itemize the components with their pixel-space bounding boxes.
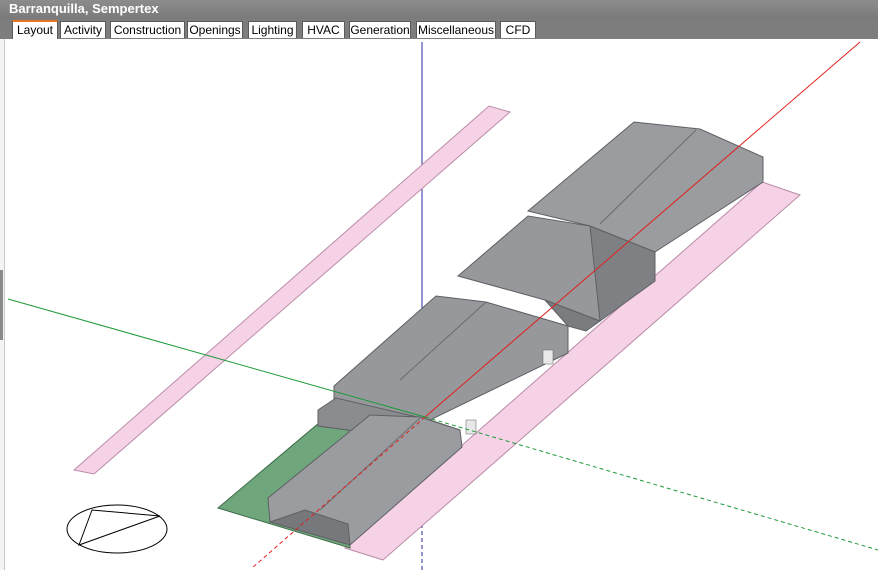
building-model[interactable] — [267, 121, 764, 546]
y-axis-dashed — [424, 416, 878, 551]
shading-strip-left[interactable] — [72, 105, 512, 475]
x-axis-line — [424, 41, 861, 418]
model-canvas[interactable] — [0, 0, 878, 570]
y-axis-line — [7, 298, 426, 418]
compass-icon[interactable] — [66, 504, 168, 554]
window-opening-1 — [542, 349, 554, 365]
